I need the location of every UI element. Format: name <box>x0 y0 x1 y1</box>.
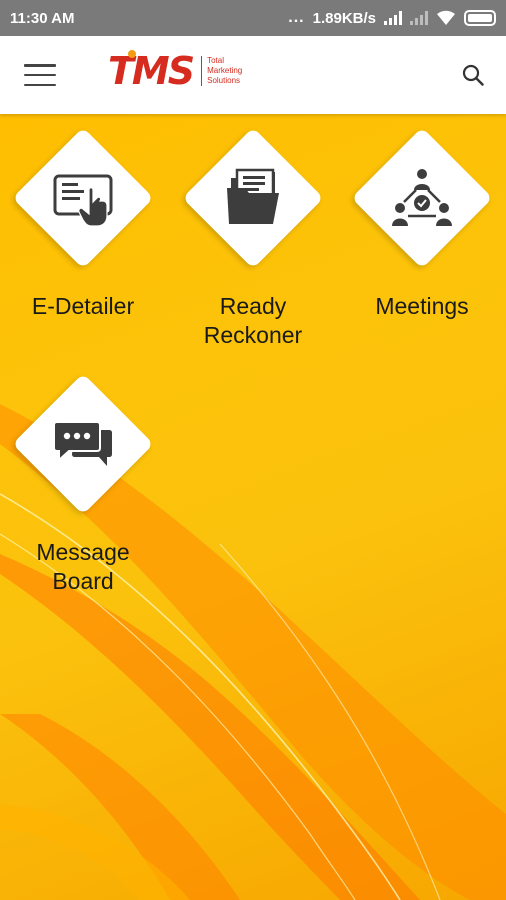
network-speed: 1.89KB/s <box>312 9 376 27</box>
status-bar: 11:30 AM ... 1.89KB/s <box>0 0 506 36</box>
hamburger-menu-icon[interactable] <box>24 64 56 86</box>
tile-label: Message Board <box>36 539 130 594</box>
chat-bubbles-icon <box>53 421 112 466</box>
status-time: 11:30 AM <box>10 9 75 27</box>
tile-label: Meetings <box>375 293 469 319</box>
tms-logo: TMS Total Marketing Solutions <box>108 49 242 93</box>
tablet-touch-icon <box>53 174 113 227</box>
tile-label: E-Detailer <box>31 293 135 319</box>
logo-dot <box>128 50 136 58</box>
battery-icon <box>464 10 496 26</box>
tile-label: Ready Reckoner <box>203 293 303 348</box>
tile-ready-reckoner[interactable]: Ready Reckoner <box>173 127 333 350</box>
home-grid: E-Detailer Ready Reckoner Meetings Messa… <box>0 114 506 900</box>
meeting-group-icon <box>392 169 452 226</box>
tile-message-board[interactable]: Message Board <box>3 373 163 596</box>
signal-icon <box>384 11 402 25</box>
wifi-icon <box>437 10 455 25</box>
tile-meetings[interactable]: Meetings <box>342 127 502 321</box>
logo-mark: TMS <box>108 49 195 93</box>
tile-e-detailer[interactable]: E-Detailer <box>3 127 163 321</box>
status-dots: ... <box>288 9 305 26</box>
logo-tagline: Total Marketing Solutions <box>201 56 242 86</box>
app-bar: TMS Total Marketing Solutions <box>0 36 506 114</box>
status-indicators: ... 1.89KB/s <box>288 9 496 27</box>
folder-documents-icon <box>227 168 279 224</box>
search-icon[interactable] <box>462 64 484 86</box>
signal-2-icon <box>410 11 428 25</box>
